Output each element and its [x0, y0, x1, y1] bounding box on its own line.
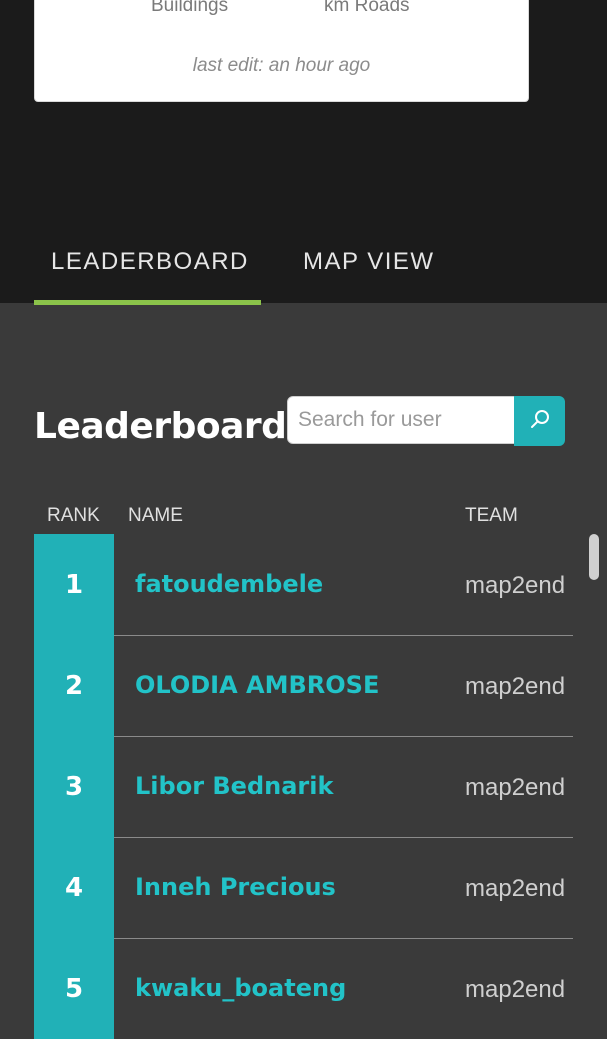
- column-header-team: TEAM: [465, 505, 518, 526]
- header-area: Buildings km Roads last edit: an hour ag…: [0, 0, 607, 305]
- table-row[interactable]: 1 fatoudembele map2end: [34, 534, 573, 636]
- roads-label: km Roads: [324, 0, 410, 16]
- rank-cell: 4: [34, 837, 114, 938]
- team-cell: map2end: [465, 875, 566, 902]
- user-name-link[interactable]: fatoudembele: [135, 570, 323, 598]
- tab-map-view[interactable]: MAP VIEW: [303, 248, 435, 276]
- rank-cell: 5: [34, 938, 114, 1039]
- scrollbar-thumb[interactable]: [589, 534, 599, 580]
- tab-leaderboard[interactable]: LEADERBOARD: [51, 248, 249, 276]
- table-row[interactable]: 4 Inneh Precious map2end: [34, 837, 573, 939]
- rank-cell: 3: [34, 736, 114, 837]
- user-name-link[interactable]: Libor Bednarik: [135, 772, 333, 800]
- buildings-label: Buildings: [151, 0, 229, 16]
- table-row[interactable]: 3 Libor Bednarik map2end: [34, 736, 573, 838]
- last-edit-text: last edit: an hour ago: [192, 55, 371, 76]
- search-button[interactable]: [514, 396, 565, 446]
- table-row[interactable]: 5 kwaku_boateng map2end: [34, 938, 573, 1039]
- team-cell: map2end: [465, 572, 566, 599]
- active-tab-indicator: [34, 300, 261, 305]
- user-name-link[interactable]: OLODIA AMBROSE: [135, 671, 379, 699]
- user-name-link[interactable]: Inneh Precious: [135, 873, 336, 901]
- team-cell: map2end: [465, 774, 566, 801]
- team-cell: map2end: [465, 976, 566, 1003]
- page-title: Leaderboard: [34, 406, 287, 447]
- team-cell: map2end: [465, 673, 566, 700]
- user-name-link[interactable]: kwaku_boateng: [135, 974, 346, 1002]
- search-icon: [529, 408, 551, 434]
- search-input[interactable]: [287, 396, 515, 444]
- rank-cell: 1: [34, 534, 114, 635]
- column-header-rank: RANK: [47, 505, 100, 526]
- summary-card: Buildings km Roads last edit: an hour ag…: [34, 0, 529, 102]
- rank-cell: 2: [34, 635, 114, 736]
- table-row[interactable]: 2 OLODIA AMBROSE map2end: [34, 635, 573, 737]
- column-header-name: NAME: [128, 505, 183, 526]
